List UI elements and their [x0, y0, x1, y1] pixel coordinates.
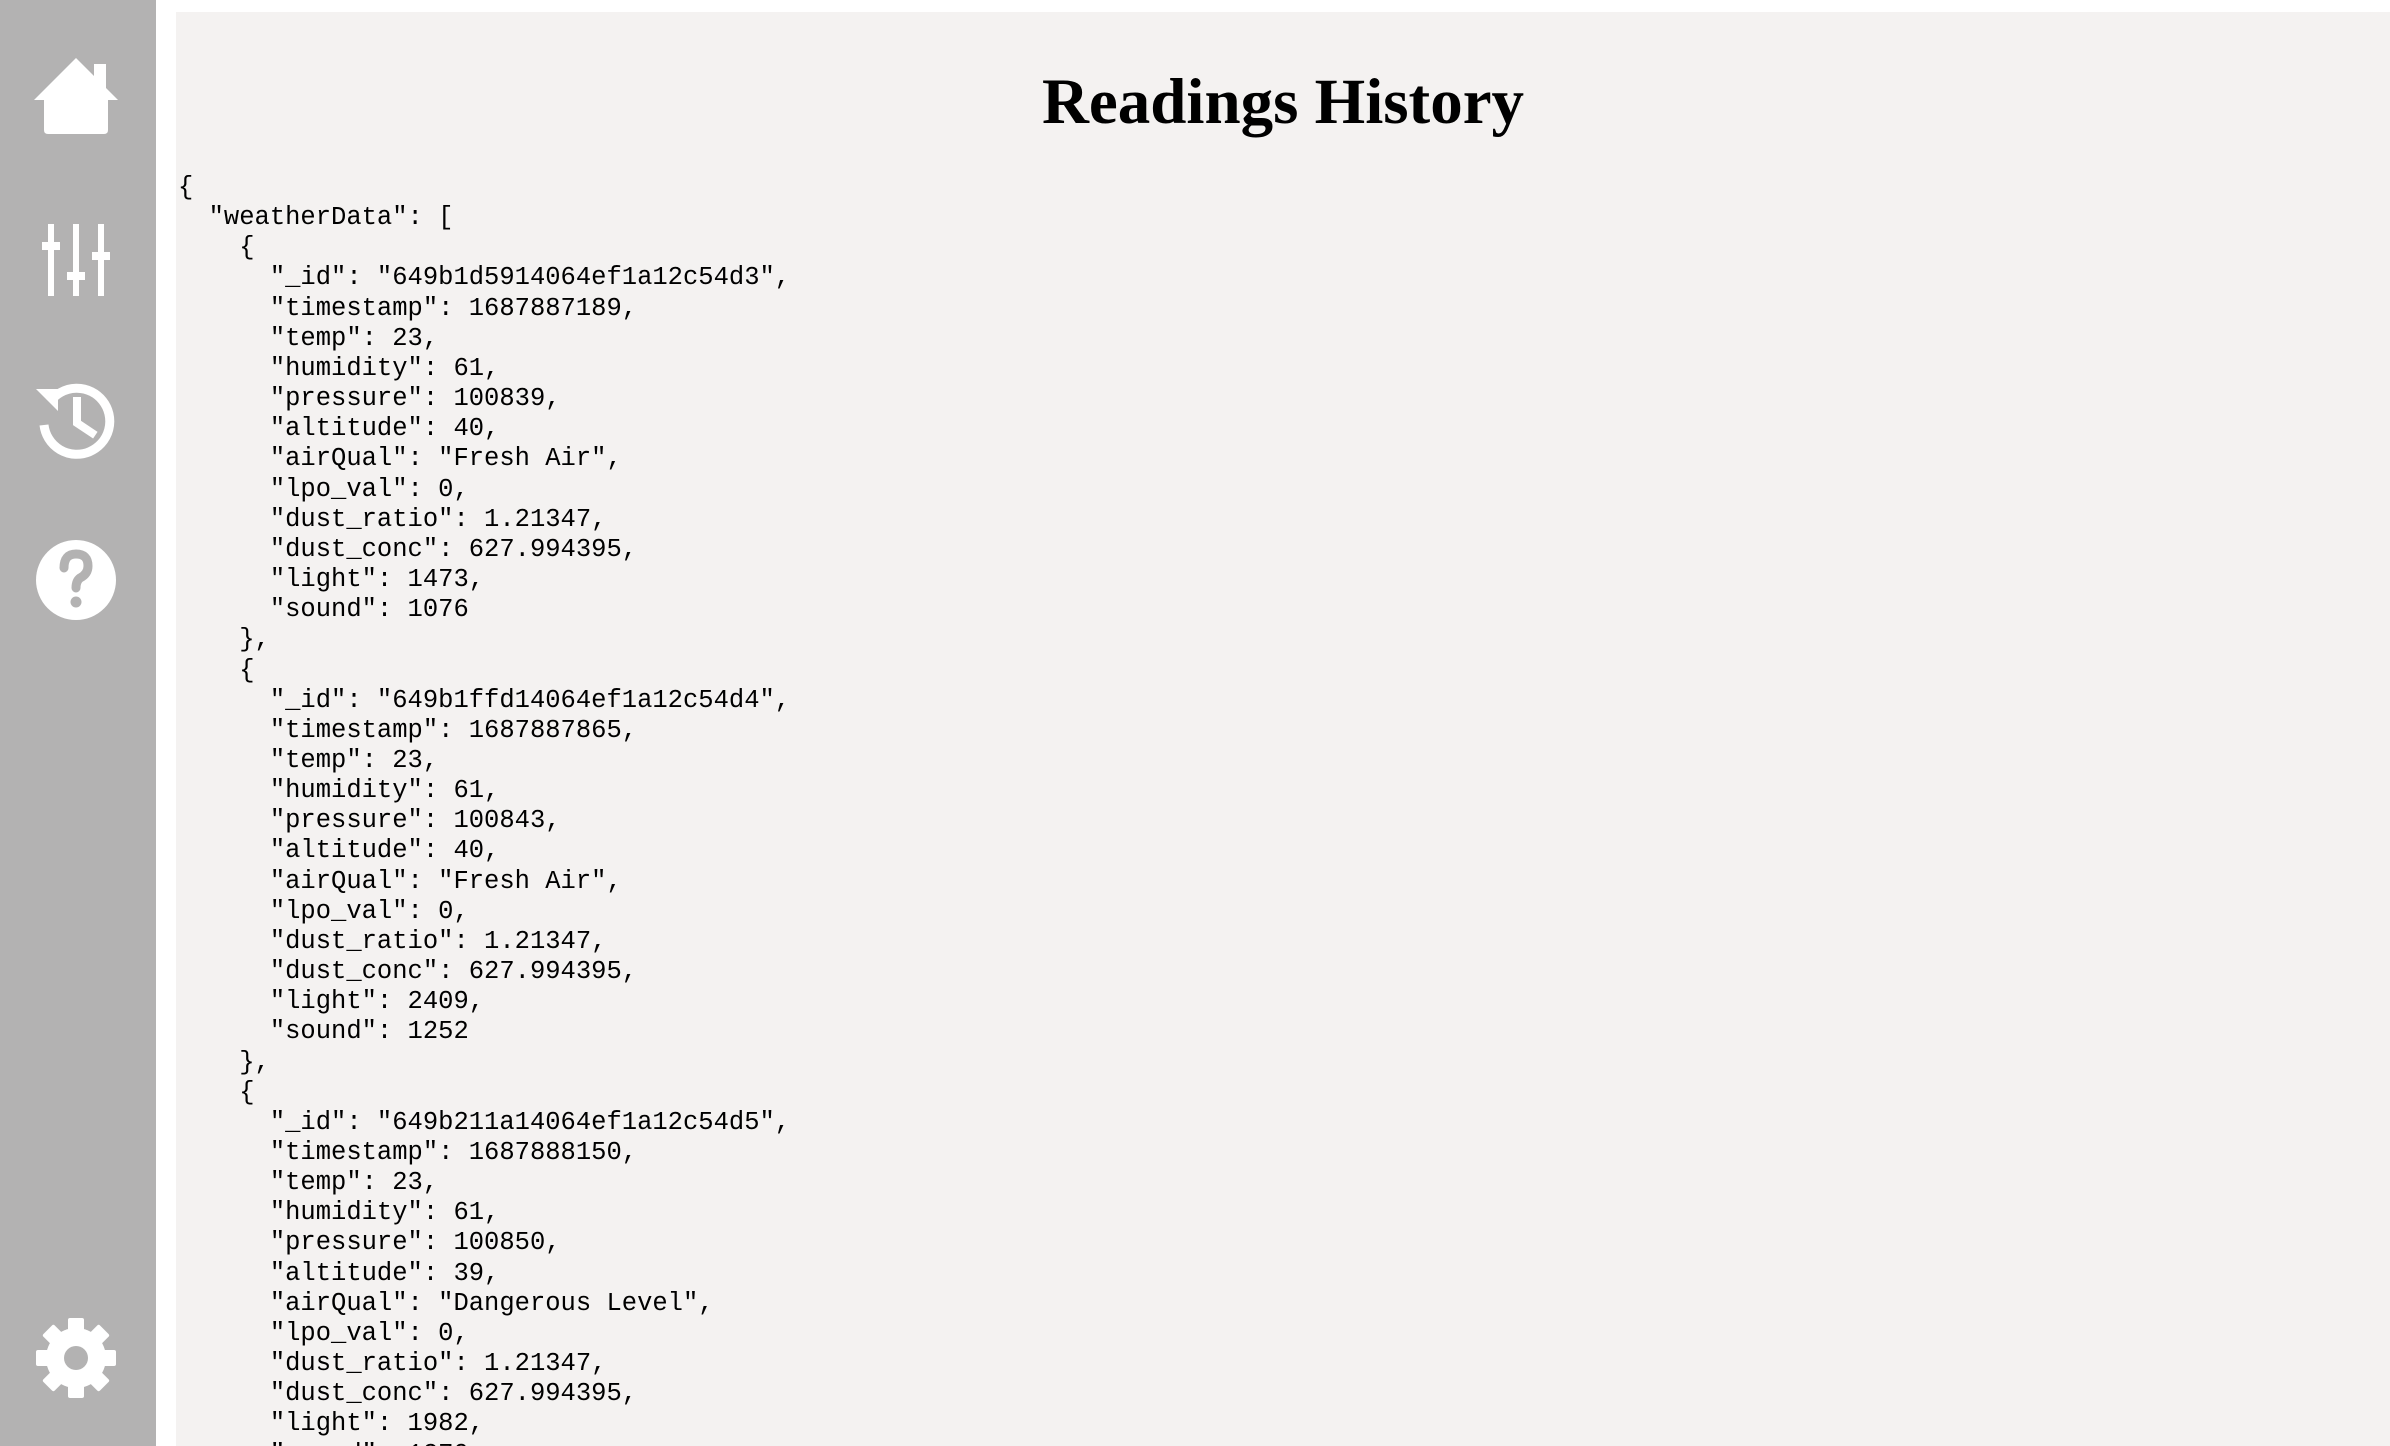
gear-icon[interactable]	[28, 1310, 124, 1406]
home-icon[interactable]	[28, 50, 124, 146]
help-icon[interactable]	[28, 530, 124, 626]
page-title: Readings History	[1041, 66, 1525, 138]
sidebar	[0, 0, 156, 1446]
weather-data-json: { "weatherData": [ { "_id": "649b1d59140…	[178, 173, 791, 1446]
home-icon-graphic	[34, 58, 118, 134]
readings-history-panel: Readings History { "weatherData": [ { "_…	[176, 12, 2390, 1446]
history-icon-graphic	[36, 383, 115, 459]
help-icon-graphic	[36, 540, 116, 620]
history-icon[interactable]	[28, 371, 124, 467]
sliders-icon[interactable]	[28, 212, 124, 308]
gear-icon-graphic	[36, 1318, 116, 1398]
sliders-icon-graphic	[42, 224, 110, 296]
